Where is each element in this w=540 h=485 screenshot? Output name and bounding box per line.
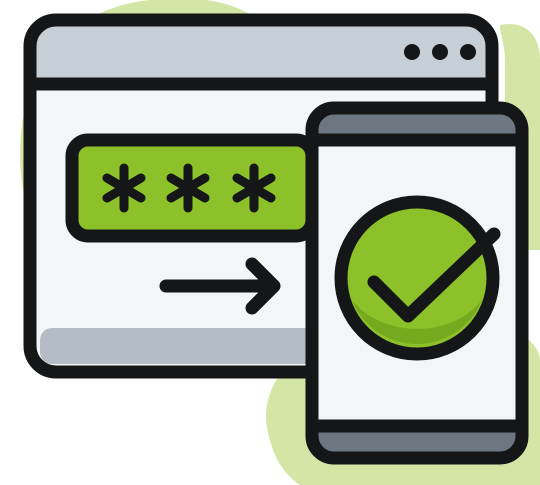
- window-dot-icon: [432, 44, 448, 60]
- window-control-dots: [404, 44, 476, 60]
- two-factor-authentication-illustration: [20, 0, 540, 485]
- window-dot-icon: [404, 44, 420, 60]
- checkmark-icon: [334, 195, 501, 361]
- password-field-icon: [65, 133, 319, 243]
- window-title-bar: [30, 20, 492, 84]
- window-dot-icon: [460, 44, 476, 60]
